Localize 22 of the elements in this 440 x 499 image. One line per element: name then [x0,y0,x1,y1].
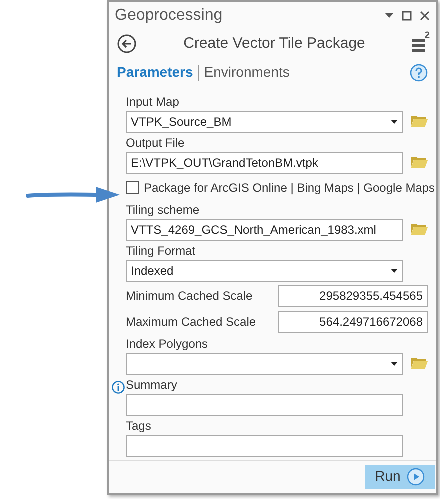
run-button[interactable]: Run [365,464,435,489]
field-label: Maximum Cached Scale [126,314,258,331]
field-label: Input Map [126,94,180,111]
dropdown-field[interactable]: Indexed [126,260,403,282]
field-label: Package for ArcGIS Online | Bing Maps | Google Maps [144,180,436,197]
input-field[interactable]: E:\VTPK_OUT\GrandTetonBM.vtpk [126,152,403,174]
field-label: Minimum Cached Scale [126,288,254,305]
field-label: Tiling Format [126,242,196,260]
field-label: Index Polygons [126,336,208,353]
count-label: 2 [424,31,430,40]
field-label: Tags [126,418,152,435]
field-label: Summary [126,376,178,394]
input-field[interactable]: 295829355.454565 [278,284,428,307]
field-label: Tiling scheme [126,202,200,219]
field-label: Output File [126,134,185,152]
input-field[interactable]: 564.249716672068 [278,310,428,333]
tab[interactable]: Environments [204,62,290,84]
input-field[interactable]: VTTS_4269_GCS_North_American_1983.xml [126,218,403,241]
window-title: Geoprocessing [115,6,224,26]
tool-title: Create Vector Tile Package [182,34,366,54]
dropdown-field[interactable]: VTPK_Source_BM [126,110,403,133]
tab[interactable]: Parameters [117,62,194,84]
